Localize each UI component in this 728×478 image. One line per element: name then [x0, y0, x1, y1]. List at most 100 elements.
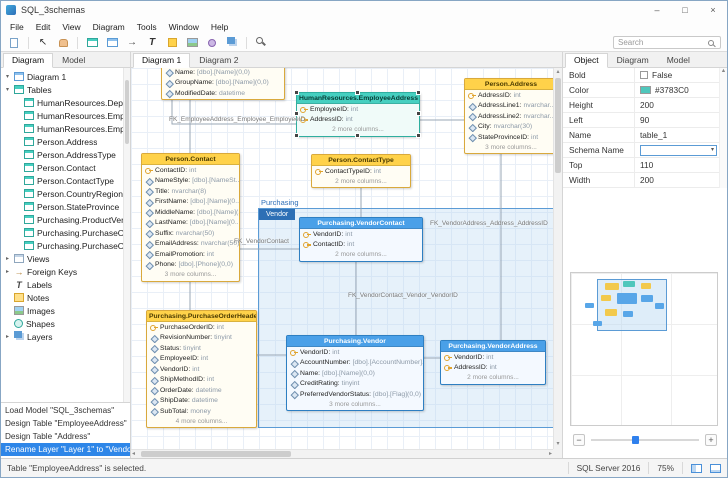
new-model-icon[interactable]: [5, 35, 23, 50]
menu-file[interactable]: File: [4, 21, 30, 33]
new-image-icon[interactable]: [183, 35, 201, 50]
color-swatch[interactable]: [640, 86, 651, 94]
schema-name-dropdown[interactable]: ▾: [640, 145, 717, 156]
selection-handle[interactable]: [416, 90, 421, 95]
tree-item-notes[interactable]: Notes: [1, 291, 130, 304]
new-note-icon[interactable]: [163, 35, 181, 50]
tree-item-shapes[interactable]: Shapes: [1, 317, 130, 330]
minimize-button[interactable]: –: [643, 1, 671, 19]
tab-diagram-1[interactable]: Diagram 1: [133, 53, 190, 68]
fk-label[interactable]: FK_VendorAddress_Address_AddressID: [430, 220, 548, 227]
entity-purchasing-purchaseorderheader[interactable]: Purchasing.PurchaseOrderHeaderPurchaseOr…: [146, 310, 257, 428]
tree-scrollbar[interactable]: [123, 68, 130, 402]
tree-item-labels[interactable]: Labels: [1, 278, 130, 291]
entity-clipped-table[interactable]: Name:[dbo].[Name](0,0)GroupName:[dbo].[N…: [161, 68, 285, 100]
tree-item-images[interactable]: Images: [1, 304, 130, 317]
tree-item-person-address[interactable]: Person.Address: [1, 135, 130, 148]
selection-handle[interactable]: [355, 90, 360, 95]
expander-icon[interactable]: ▸: [4, 255, 11, 262]
pointer-tool-icon[interactable]: [34, 35, 52, 50]
selection-handle[interactable]: [294, 90, 299, 95]
tree-item-foreign-keys[interactable]: ▸Foreign Keys: [1, 265, 130, 278]
tree-scroll-thumb[interactable]: [125, 80, 129, 144]
entity-purchasing-vendoraddress[interactable]: Purchasing.VendorAddressVendorID:intAddr…: [440, 340, 546, 385]
tree-item-person-contact[interactable]: Person.Contact: [1, 161, 130, 174]
tab-diagram[interactable]: Diagram: [608, 53, 658, 68]
entity-person-contact[interactable]: Person.ContactContactID:intNameStyle:[db…: [141, 153, 240, 282]
entity-person-contacttype[interactable]: Person.ContactTypeContactTypeID:int2 mor…: [311, 154, 411, 188]
menu-edit[interactable]: Edit: [30, 21, 57, 33]
tree-item-person-countryregion[interactable]: Person.CountryRegion: [1, 187, 130, 200]
menu-help[interactable]: Help: [205, 21, 234, 33]
selection-handle[interactable]: [355, 133, 360, 138]
property-value[interactable]: 200: [635, 173, 727, 187]
history-item[interactable]: Design Table "EmployeeAddress": [1, 417, 130, 430]
tree-item-views[interactable]: ▸Views: [1, 252, 130, 265]
tree-item-layers[interactable]: ▸Layers: [1, 330, 130, 343]
expander-icon[interactable]: ▾: [4, 86, 11, 93]
tree-item-purchasing-purchaseor[interactable]: Purchasing.PurchaseOr...: [1, 226, 130, 239]
properties-scrollbar[interactable]: ▲: [719, 68, 727, 188]
new-label-icon[interactable]: [143, 35, 161, 50]
expander-icon[interactable]: ▾: [4, 73, 11, 80]
horizontal-scrollbar[interactable]: ◂ ▸: [131, 449, 553, 458]
menu-window[interactable]: Window: [163, 21, 205, 33]
history-item[interactable]: Design Table "Address": [1, 430, 130, 443]
checkbox-unchecked[interactable]: [640, 71, 648, 79]
entity-purchasing-vendor[interactable]: Purchasing.VendorVendorID:intAccountNumb…: [286, 335, 424, 411]
tab-object[interactable]: Object: [565, 53, 608, 68]
tree-item-diagram-1[interactable]: ▾Diagram 1: [1, 70, 130, 83]
property-value[interactable]: ▾: [635, 143, 727, 157]
zoom-in-button[interactable]: +: [705, 434, 717, 446]
history-item[interactable]: Load Model "SQL_3schemas": [1, 404, 130, 417]
scroll-right-icon[interactable]: ▸: [549, 450, 552, 459]
new-table-icon[interactable]: [83, 35, 101, 50]
vertical-scrollbar[interactable]: ▴ ▾: [553, 68, 562, 449]
selection-handle[interactable]: [294, 133, 299, 138]
entity-humanresources-employeeaddress[interactable]: HumanResources.EmployeeAddressEmployeeID…: [296, 92, 420, 137]
menu-diagram[interactable]: Diagram: [87, 21, 131, 33]
zoom-slider-handle[interactable]: [632, 436, 639, 444]
canvas[interactable]: PurchasingVendorName:[dbo].[Name](0,0)Gr…: [131, 68, 553, 449]
hand-tool-icon[interactable]: [54, 35, 72, 50]
tab-diagram[interactable]: Diagram: [3, 53, 53, 68]
panel-left-toggle-icon[interactable]: [691, 464, 702, 473]
selection-handle[interactable]: [416, 111, 421, 116]
menu-tools[interactable]: Tools: [131, 21, 163, 33]
property-value[interactable]: 110: [635, 158, 727, 172]
minimap[interactable]: [570, 272, 718, 426]
horizontal-scroll-thumb[interactable]: [141, 451, 291, 457]
tree-item-person-contacttype[interactable]: Person.ContactType: [1, 174, 130, 187]
scroll-down-icon[interactable]: ▾: [554, 440, 562, 449]
tree-item-humanresources-depar[interactable]: HumanResources.Depar...: [1, 96, 130, 109]
search-input[interactable]: Search: [613, 36, 721, 49]
history-item[interactable]: Rename Layer "Layer 1" to "Vendor": [1, 443, 130, 456]
fk-label[interactable]: FK_VendorContact_Vendor_VendorID: [348, 292, 458, 299]
new-foreign-key-icon[interactable]: [123, 35, 141, 50]
expander-icon[interactable]: ▸: [4, 268, 11, 275]
tree-item-purchasing-productven[interactable]: Purchasing.ProductVen...: [1, 213, 130, 226]
selection-handle[interactable]: [416, 133, 421, 138]
maximize-button[interactable]: □: [671, 1, 699, 19]
entity-person-address[interactable]: Person.AddressAddressID:intAddressLine1:…: [464, 78, 553, 154]
tree-item-humanresources-emplo[interactable]: HumanResources.Emplo...: [1, 109, 130, 122]
tab-diagram-2[interactable]: Diagram 2: [190, 53, 247, 68]
fk-label[interactable]: FK_VendorContact: [234, 238, 289, 245]
tab-model[interactable]: Model: [658, 53, 699, 68]
zoom-level-label[interactable]: 75%: [657, 463, 674, 473]
scroll-left-icon[interactable]: ◂: [132, 450, 135, 459]
new-layer-icon[interactable]: [223, 35, 241, 50]
expander-icon[interactable]: ▸: [4, 333, 11, 340]
tab-model[interactable]: Model: [53, 53, 94, 68]
property-value[interactable]: 90: [635, 113, 727, 127]
entity-purchasing-vendorcontact[interactable]: Purchasing.VendorContactVendorID:intCont…: [299, 217, 423, 262]
tree-item-tables[interactable]: ▾Tables: [1, 83, 130, 96]
property-value[interactable]: #3783C0: [635, 83, 727, 97]
scroll-up-icon[interactable]: ▴: [554, 68, 562, 77]
close-button[interactable]: ×: [699, 1, 727, 19]
zoom-tool-icon[interactable]: [252, 35, 270, 50]
vertical-scroll-thumb[interactable]: [555, 78, 561, 173]
new-view-icon[interactable]: [103, 35, 121, 50]
tree-item-person-addresstype[interactable]: Person.AddressType: [1, 148, 130, 161]
panel-bottom-toggle-icon[interactable]: [710, 464, 721, 473]
